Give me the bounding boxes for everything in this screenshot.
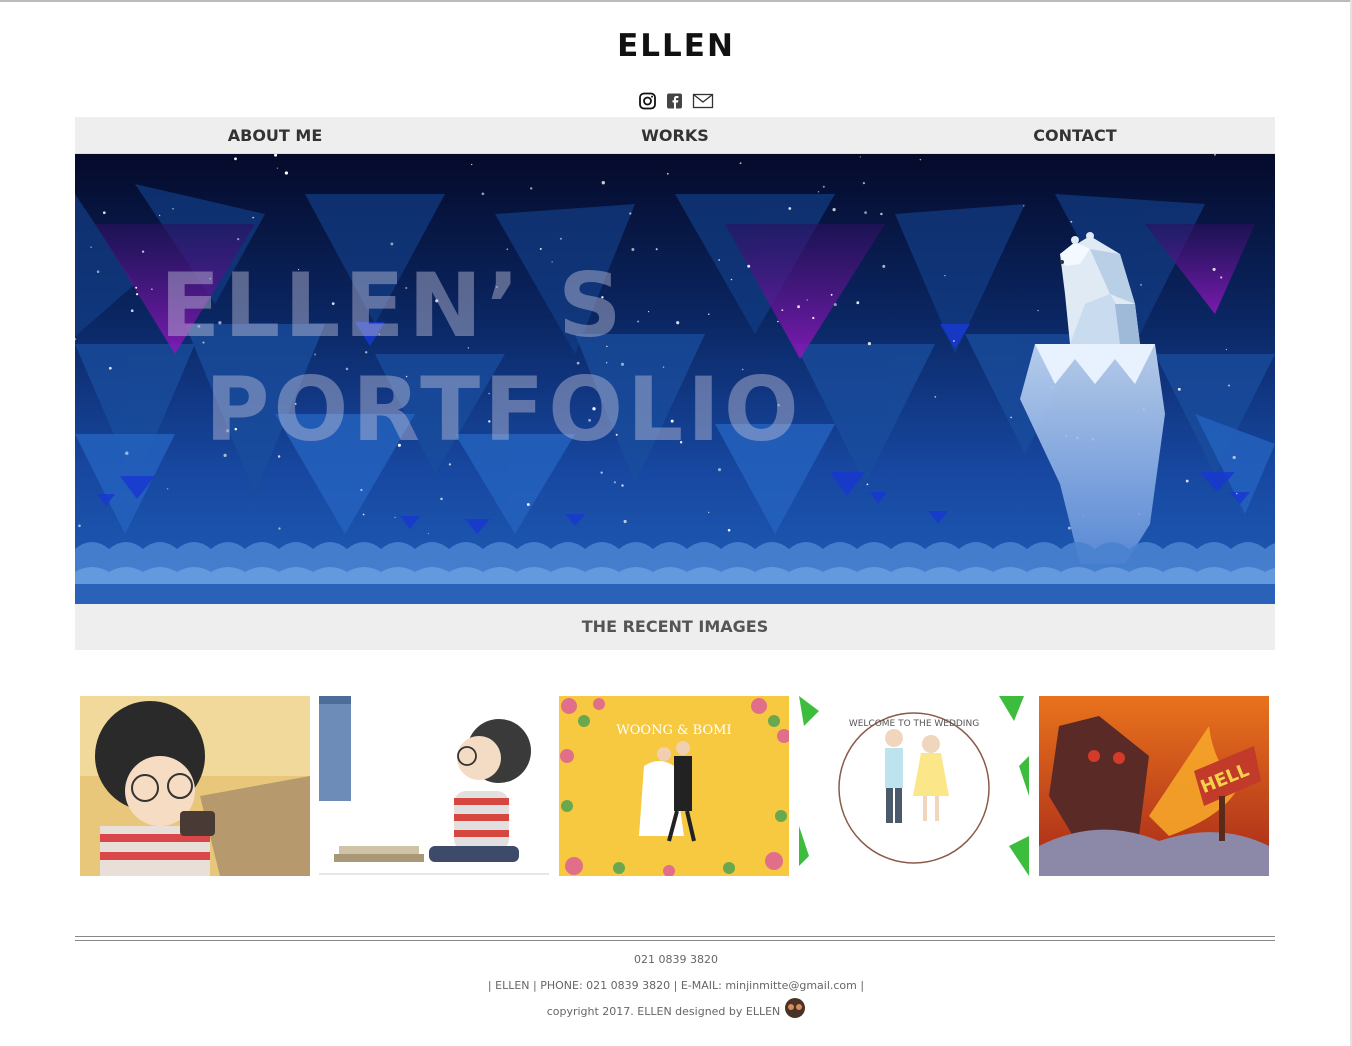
social-links	[638, 92, 714, 110]
gallery-image-5[interactable]: HELL	[1039, 696, 1269, 876]
recent-images-heading: THE RECENT IMAGES	[75, 604, 1275, 650]
gallery-image-1[interactable]	[80, 696, 310, 876]
mail-icon[interactable]	[692, 92, 714, 110]
main-nav: ABOUT ME WORKS CONTACT	[75, 117, 1275, 154]
nav-works[interactable]: WORKS	[475, 117, 875, 153]
footer-phone: 021 0839 3820	[634, 953, 718, 966]
invitation-title: WOONG & BOMI	[616, 723, 731, 738]
nav-contact[interactable]: CONTACT	[875, 117, 1275, 153]
gallery-image-3[interactable]: WOONG & BOMI	[559, 696, 789, 876]
gallery-image-4[interactable]: WELCOME TO THE WEDDING	[799, 696, 1029, 876]
site-title[interactable]: ELLEN	[0, 28, 1352, 64]
hero-banner: ELLEN’ S PORTFOLIO	[75, 154, 1275, 604]
gallery-image-2[interactable]	[319, 696, 549, 876]
recent-images-gallery: WOONG & BOMI WELCOME TO THE WEDDING HELL	[80, 696, 1270, 876]
owl-logo-icon	[785, 997, 806, 1018]
instagram-icon[interactable]	[638, 92, 657, 110]
wedding-caption: WELCOME TO THE WEDDING	[849, 719, 979, 729]
footer-divider	[75, 936, 1275, 941]
facebook-icon[interactable]	[665, 92, 684, 110]
nav-about-me[interactable]: ABOUT ME	[75, 117, 475, 153]
footer-copyright: copyright 2017. ELLEN designed by ELLEN	[546, 1005, 781, 1018]
footer-copyright-row: copyright 2017. ELLEN designed by ELLEN	[0, 997, 1352, 1018]
hero-line-2: PORTFOLIO	[205, 358, 803, 461]
hero-line-1: ELLEN’ S	[160, 254, 626, 357]
footer-contact-line: | ELLEN | PHONE: 021 0839 3820 | E-MAIL:…	[487, 979, 865, 992]
hero-heading: ELLEN’ S PORTFOLIO	[160, 254, 803, 462]
top-border	[0, 0, 1352, 2]
